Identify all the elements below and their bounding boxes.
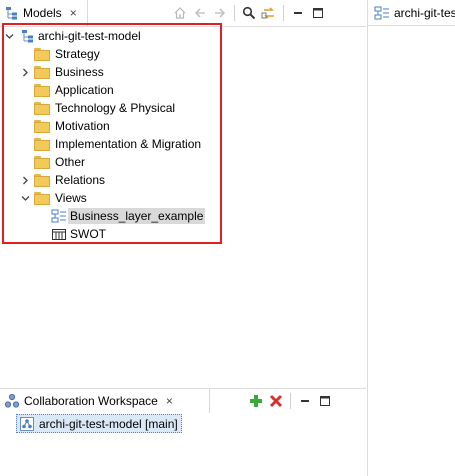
tab-editor[interactable]: archi-git-tes [374,5,455,21]
diagram-view-icon [374,5,390,21]
models-toolbar [170,3,328,23]
add-icon[interactable] [246,391,266,411]
home-icon[interactable] [170,3,190,23]
minimize-icon[interactable] [288,3,308,23]
collaboration-toolbar [246,391,335,411]
collaboration-model-icon [19,416,35,432]
tab-collaboration-label: Collaboration Workspace [24,394,158,408]
model-tree-icon [5,6,19,20]
delete-icon[interactable] [266,391,286,411]
toolbar-separator [283,5,284,21]
minimize-icon[interactable] [295,391,315,411]
editor-area [367,26,455,476]
close-icon[interactable]: × [166,394,173,408]
highlight-annotation-box [2,23,222,244]
forward-arrow-icon[interactable] [210,3,230,23]
collaboration-model-item[interactable]: archi-git-test-model [main] [16,414,182,433]
tab-editor-label: archi-git-tes [394,5,455,20]
link-to-editor-icon[interactable] [259,3,279,23]
search-icon[interactable] [239,3,259,23]
toolbar-separator [290,393,291,409]
collaboration-model-label: archi-git-test-model [main] [39,416,178,431]
maximize-icon[interactable] [308,3,328,23]
tab-models-label: Models [23,6,62,20]
collaboration-panel: Collaboration Workspace × archi-git-test… [0,388,366,476]
tab-collaboration-workspace[interactable]: Collaboration Workspace × [0,389,210,413]
collaboration-icon [4,393,20,409]
toolbar-separator [234,5,235,21]
close-icon[interactable]: × [70,7,77,19]
back-arrow-icon[interactable] [190,3,210,23]
maximize-icon[interactable] [315,391,335,411]
editor-tabbar: archi-git-tes [367,0,455,26]
